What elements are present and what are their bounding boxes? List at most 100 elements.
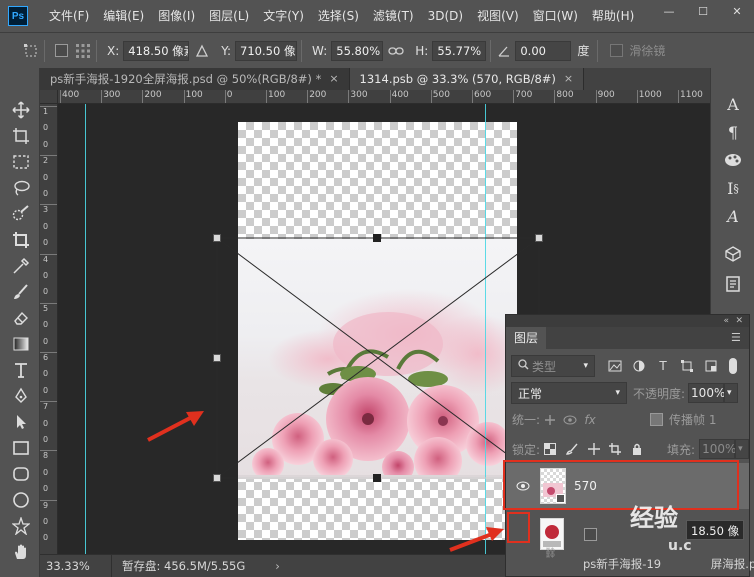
layer-filter-select[interactable]: 类型 ▾: [511, 355, 595, 377]
reference-point-grid-icon[interactable]: [74, 42, 92, 60]
fill-dropdown-icon[interactable]: ▾: [735, 439, 749, 459]
collapse-icon[interactable]: «: [723, 315, 729, 327]
lasso-tool-icon[interactable]: [11, 178, 31, 198]
maximize-button[interactable]: ☐: [686, 0, 720, 22]
tab-layers[interactable]: 图层: [506, 327, 547, 349]
ellipse-tool-icon[interactable]: [11, 490, 31, 510]
interpolation-checkbox[interactable]: [610, 44, 624, 57]
brush-tool-icon[interactable]: [11, 282, 31, 302]
bottom-document-tab[interactable]: ps新手海报-19 屏海报.ps: [583, 554, 754, 574]
y-position-field[interactable]: 710.50 像素: [235, 40, 298, 61]
transform-tool-icon[interactable]: [22, 42, 40, 60]
swatches-panel-icon[interactable]: [723, 150, 743, 170]
path-selection-tool-icon[interactable]: [11, 412, 31, 432]
transform-handle-top-right[interactable]: [535, 234, 543, 242]
menu-item[interactable]: 图像(I): [151, 0, 202, 32]
character-panel-icon[interactable]: A: [723, 94, 743, 114]
blend-mode-select[interactable]: 正常 ▾: [511, 382, 627, 404]
crop-tool-icon[interactable]: [11, 230, 31, 250]
menu-item[interactable]: 选择(S): [311, 0, 366, 32]
rounded-rectangle-tool-icon[interactable]: [11, 464, 31, 484]
delta-icon[interactable]: [193, 42, 211, 60]
tab-poster-document[interactable]: ps新手海报-1920全屏海报.psd @ 50%(RGB/8#) * ×: [40, 68, 350, 90]
ruler-tick: [60, 90, 61, 103]
close-window-button[interactable]: ✕: [720, 0, 754, 22]
close-panel-icon[interactable]: ✕: [735, 315, 743, 327]
link-layers-icon[interactable]: ⛓: [544, 548, 557, 559]
quick-selection-tool-icon[interactable]: [11, 204, 31, 224]
link-icon[interactable]: [387, 42, 405, 60]
menu-item[interactable]: 窗口(W): [526, 0, 585, 32]
menu-item[interactable]: 3D(D): [421, 0, 470, 32]
propagate-frame-checkbox[interactable]: [650, 413, 664, 426]
opacity-field[interactable]: 100%: [688, 383, 725, 403]
filter-type-icon[interactable]: T: [655, 358, 671, 374]
height-field[interactable]: 55.77%: [432, 40, 487, 61]
minimize-button[interactable]: —: [652, 0, 686, 22]
zoom-level[interactable]: 33.33%: [40, 554, 112, 577]
ruler-label: 0: [43, 189, 49, 198]
custom-shape-tool-icon[interactable]: [11, 516, 31, 536]
reference-point-checkbox[interactable]: [55, 44, 68, 57]
menu-item[interactable]: 文件(F): [42, 0, 96, 32]
close-tab-icon[interactable]: ×: [329, 68, 338, 90]
ruler-tick: [224, 90, 226, 103]
panel-menu-icon[interactable]: ☰: [731, 332, 743, 344]
eraser-tool-icon[interactable]: [11, 308, 31, 328]
3d-panel-icon[interactable]: [723, 244, 743, 264]
transform-handle-bottom-left[interactable]: [213, 474, 221, 482]
x-position-field[interactable]: 418.50 像素: [123, 40, 190, 61]
menu-item[interactable]: 滤镜(T): [366, 0, 421, 32]
hand-tool-icon[interactable]: [11, 542, 31, 562]
menu-item[interactable]: 文字(Y): [256, 0, 311, 32]
transform-handle-top-left[interactable]: [213, 234, 221, 242]
character-styles-icon[interactable]: A: [723, 206, 743, 226]
lock-position-icon[interactable]: [586, 441, 602, 457]
unify-visibility-icon[interactable]: [562, 412, 578, 428]
horizontal-ruler[interactable]: 400 300 200 100 0 100 200 300 400 500 600 700 800 900…: [58, 90, 710, 104]
transform-handle-top[interactable]: [373, 234, 381, 242]
tab-smart-object-document[interactable]: 1314.psb @ 33.3% (570, RGB/8#) ×: [349, 68, 585, 90]
type-tool-icon[interactable]: [11, 360, 31, 380]
vertical-ruler[interactable]: 1 0 0 2 0 0 3 0 0 4 0 0 5 0 0 6 0 0 7 0 0 8 0 0 9 0 0: [40, 104, 58, 554]
gradient-tool-icon[interactable]: [11, 334, 31, 354]
unify-style-icon[interactable]: fx: [582, 412, 598, 428]
filter-shape-icon[interactable]: [679, 358, 695, 374]
layer-mask-checkbox[interactable]: [584, 527, 597, 541]
fill-field[interactable]: 100%: [699, 439, 736, 459]
photoshop-logo[interactable]: Ps: [8, 6, 28, 26]
opacity-dropdown-icon[interactable]: ▾: [724, 383, 739, 403]
filter-pixel-icon[interactable]: [607, 358, 623, 374]
rectangle-tool-icon[interactable]: [11, 438, 31, 458]
move-tool-icon[interactable]: [11, 100, 31, 120]
menu-item[interactable]: 帮助(H): [585, 0, 641, 32]
ruler-tick: [40, 204, 57, 206]
lock-all-icon[interactable]: [629, 441, 645, 457]
filter-smart-object-icon[interactable]: [703, 358, 719, 374]
ruler-label: 0: [43, 221, 49, 231]
artboard-tool-icon[interactable]: [11, 126, 31, 146]
menu-item[interactable]: 图层(L): [202, 0, 256, 32]
marquee-tool-icon[interactable]: [11, 152, 31, 172]
notes-panel-icon[interactable]: [723, 274, 743, 294]
transform-handle-left[interactable]: [213, 354, 221, 362]
paragraph-panel-icon[interactable]: ¶: [723, 122, 743, 142]
lock-artboard-icon[interactable]: [607, 441, 623, 457]
filter-adjustment-icon[interactable]: [631, 358, 647, 374]
unify-position-icon[interactable]: [542, 412, 558, 428]
lock-image-pixels-icon[interactable]: [564, 441, 580, 457]
rotation-angle-field[interactable]: 0.00: [515, 40, 572, 61]
width-field[interactable]: 55.80%: [331, 40, 384, 61]
close-tab-icon[interactable]: ×: [564, 68, 573, 90]
transform-handle-bottom[interactable]: [373, 474, 381, 482]
status-menu-arrow[interactable]: ›: [275, 559, 280, 573]
propagate-frame-label: 传播帧 1: [669, 413, 717, 427]
eyedropper-tool-icon[interactable]: [11, 256, 31, 276]
pen-tool-icon[interactable]: [11, 386, 31, 406]
glyphs-panel-icon[interactable]: I §: [723, 178, 743, 198]
menu-item[interactable]: 视图(V): [470, 0, 526, 32]
lock-transparent-pixels-icon[interactable]: [542, 441, 558, 457]
filter-toggle[interactable]: [729, 358, 737, 374]
ruler-origin[interactable]: [40, 90, 58, 104]
menu-item[interactable]: 编辑(E): [96, 0, 151, 32]
